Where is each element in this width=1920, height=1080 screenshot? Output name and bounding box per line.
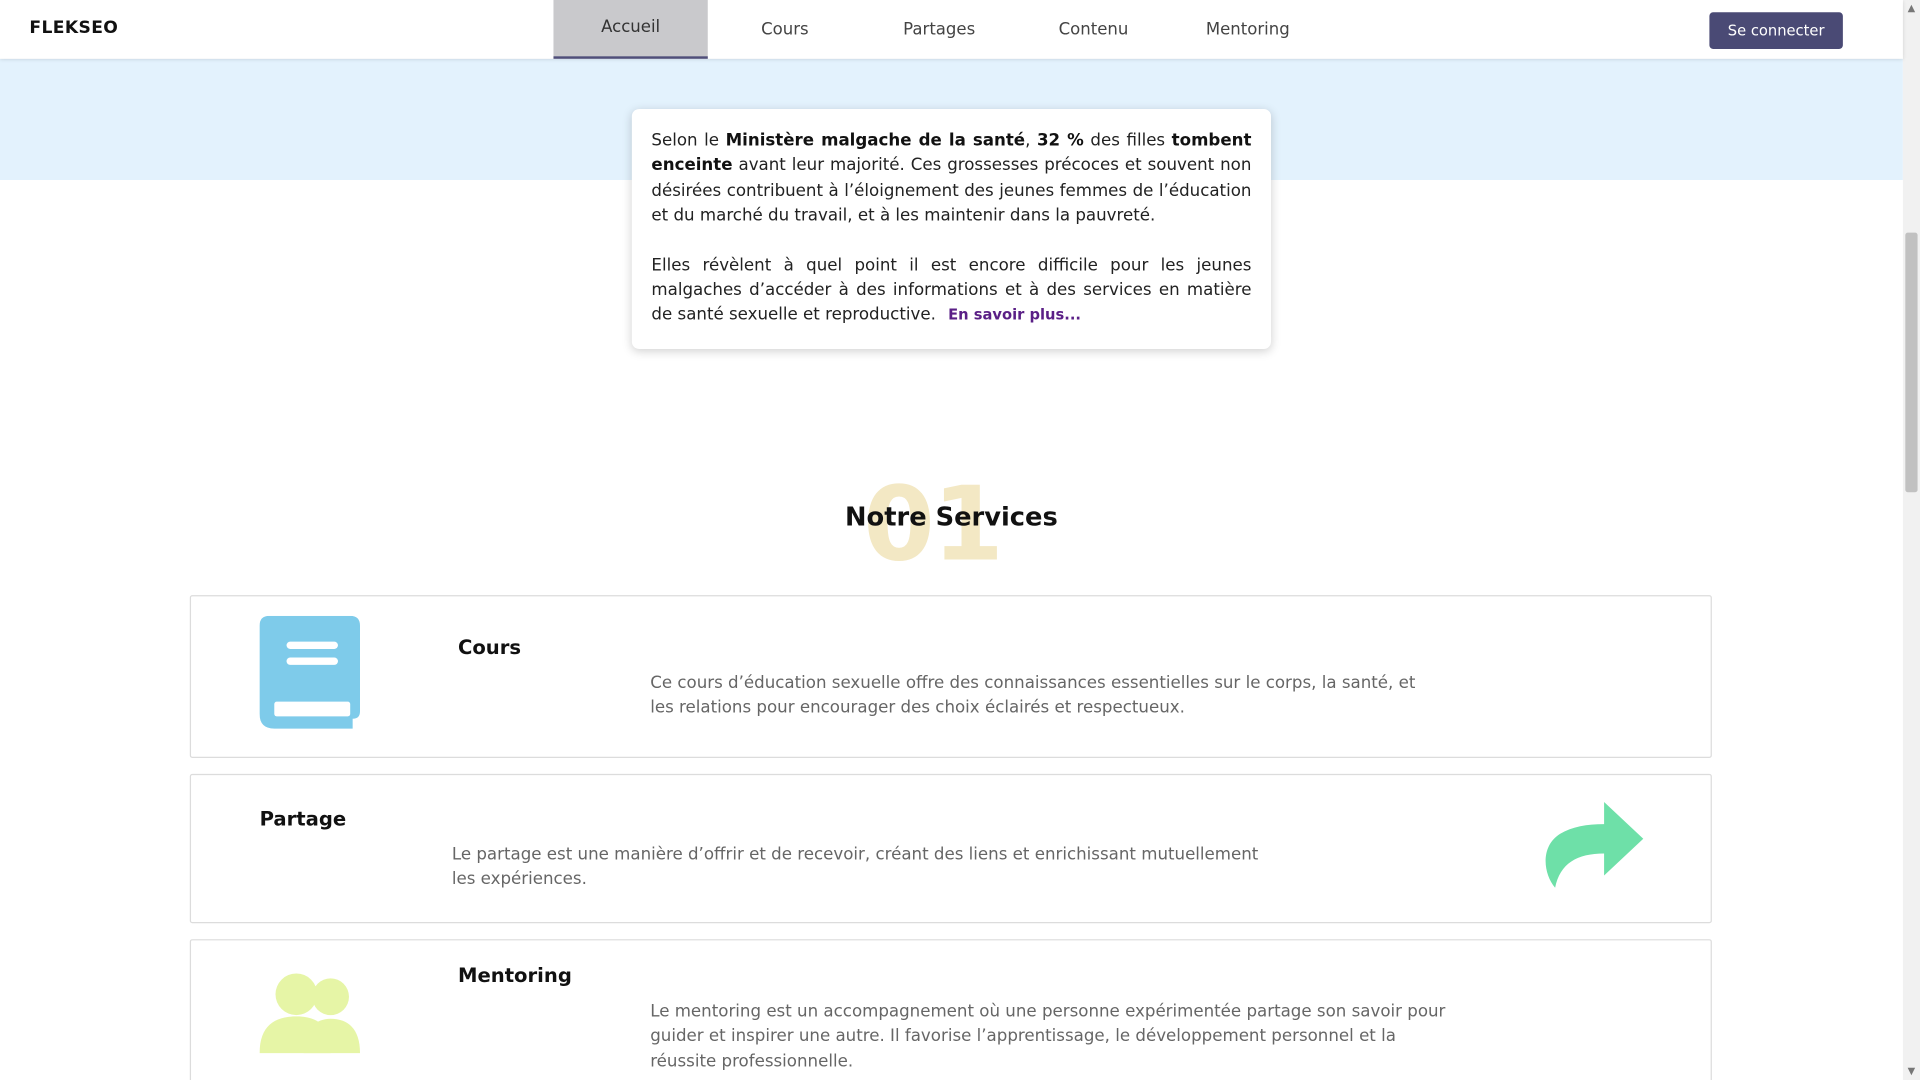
book-icon: [259, 615, 363, 732]
intro-card: Selon le Ministère malgache de la santé,…: [631, 108, 1272, 349]
nav-item-mentoring[interactable]: Mentoring: [1171, 0, 1325, 59]
service-card-cours[interactable]: Cours Ce cours d’éducation sexuelle offr…: [189, 595, 1712, 758]
intro-highlight: 32 %: [1036, 131, 1084, 151]
nav-item-accueil[interactable]: Accueil: [553, 0, 708, 59]
page: FLEKSEO Accueil Cours Partages Contenu M…: [0, 0, 1920, 1080]
intro-highlight: Ministère malgache de la santé: [725, 131, 1026, 151]
service-card-mentoring[interactable]: Mentoring Le mentoring est un accompagne…: [189, 939, 1712, 1080]
login-button[interactable]: Se connecter: [1709, 12, 1843, 49]
service-title-partage: Partage: [259, 806, 347, 831]
users-icon: [259, 972, 363, 1055]
service-desc-cours: Ce cours d’éducation sexuelle offre des …: [650, 673, 1416, 719]
top-navbar: FLEKSEO Accueil Cours Partages Contenu M…: [0, 0, 1903, 59]
nav-item-partages[interactable]: Partages: [862, 0, 1016, 59]
scrollbar-thumb[interactable]: [1905, 232, 1918, 493]
intro-paragraph-1: Selon le Ministère malgache de la santé,…: [651, 129, 1251, 229]
service-card-partage[interactable]: Partage Le partage est une manière d’off…: [189, 773, 1712, 924]
service-desc-mentoring: Le mentoring est un accompagnement où un…: [650, 1001, 1446, 1072]
service-desc-partage: Le partage est une manière d’offrir et d…: [451, 844, 1259, 890]
service-title-cours: Cours: [457, 635, 522, 659]
section-title: Notre Services: [845, 502, 1058, 532]
share-icon: [1543, 800, 1646, 891]
main-nav: Accueil Cours Partages Contenu Mentoring: [553, 0, 1324, 59]
intro-text: des filles: [1083, 131, 1172, 151]
intro-text: avant leur majorité. Ces grossesses préc…: [651, 156, 1252, 226]
nav-item-contenu[interactable]: Contenu: [1016, 0, 1170, 59]
scroll-up-arrow-icon[interactable]: ▲: [1903, 0, 1920, 17]
intro-text: ,: [1025, 131, 1037, 151]
scroll-down-arrow-icon[interactable]: ▼: [1903, 1063, 1920, 1080]
read-more-link[interactable]: En savoir plus...: [948, 307, 1081, 324]
brand-logo[interactable]: FLEKSEO: [29, 18, 118, 38]
page-scrollbar[interactable]: ▲ ▼: [1902, 0, 1920, 1080]
nav-item-cours[interactable]: Cours: [708, 0, 862, 59]
intro-text: Selon le: [651, 131, 726, 151]
intro-paragraph-2: Elles révèlent à quel point il est encor…: [651, 253, 1251, 328]
service-title-mentoring: Mentoring: [457, 963, 572, 987]
